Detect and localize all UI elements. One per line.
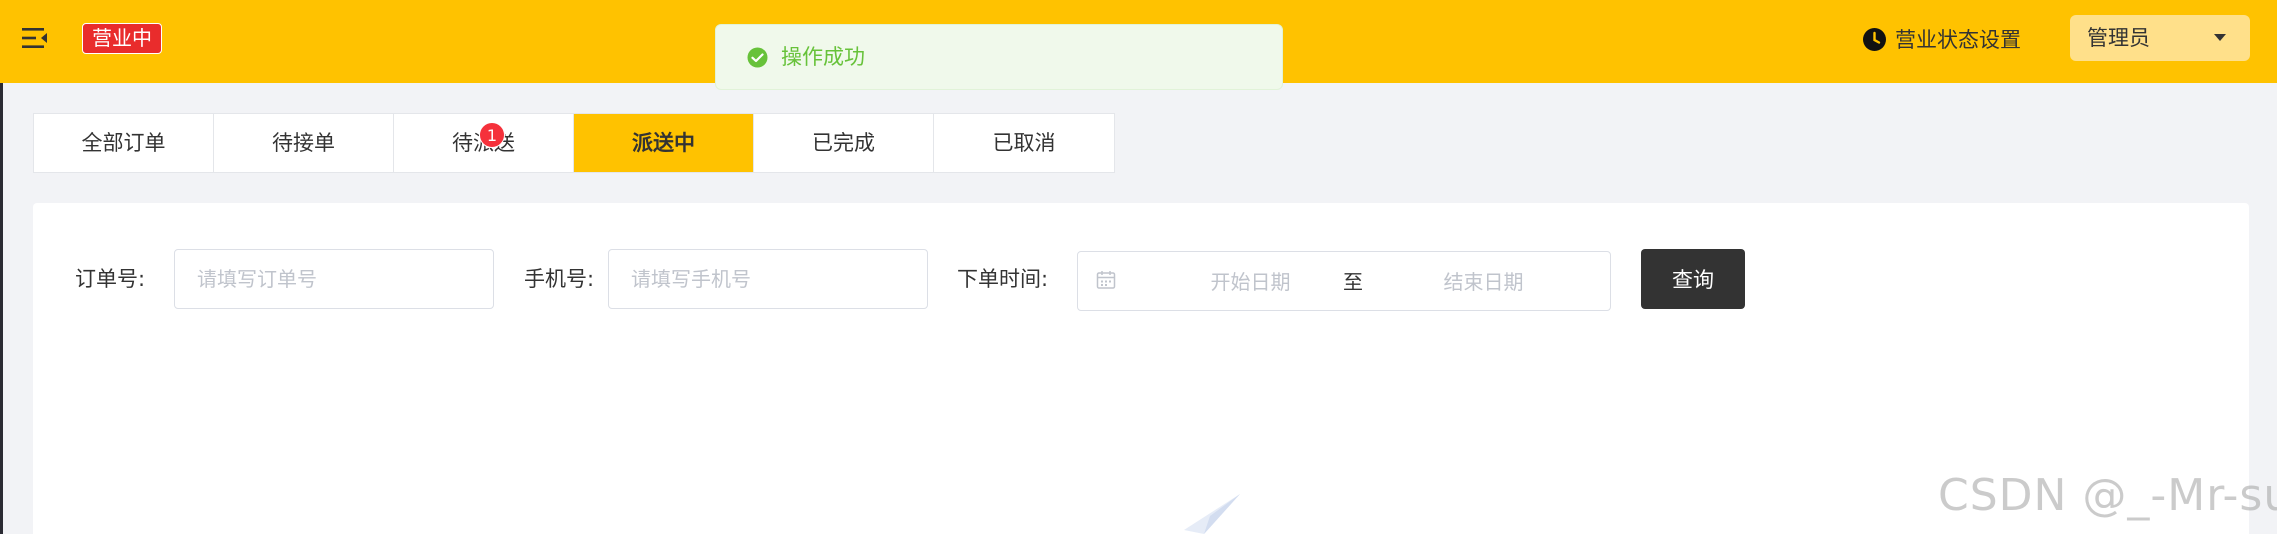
clock-icon [1862,27,1887,52]
business-status-settings-link[interactable]: 营业状态设置 [1862,24,2021,54]
caret-down-icon [2214,34,2226,41]
menu-fold-icon[interactable] [22,26,50,50]
start-date-input[interactable]: 开始日期 [1178,267,1323,297]
tab-cancelled[interactable]: 已取消 [934,114,1114,172]
query-button[interactable]: 查询 [1641,249,1745,309]
watermark-text: CSDN @_-Mr-sun [1938,470,2277,521]
order-date-range-picker[interactable]: 开始日期 至 结束日期 [1077,251,1611,311]
order-status-tabs: 全部订单 待接单 待派送 派送中 已完成 已取消 [33,113,1115,173]
calendar-icon [1096,270,1116,290]
order-number-input[interactable] [174,249,494,309]
order-number-label: 订单号: [75,267,146,291]
business-status-tag: 营业中 [82,23,162,54]
toast-message: 操作成功 [781,45,865,69]
user-menu-dropdown[interactable]: 管理员 [2070,15,2250,61]
tab-pending-accept[interactable]: 待接单 [214,114,394,172]
check-circle-icon [747,47,768,68]
tab-all-orders[interactable]: 全部订单 [34,114,214,172]
success-toast: 操作成功 [715,24,1283,90]
empty-state-illustration [1180,494,1250,534]
sidebar-edge [0,83,3,534]
tab-delivering[interactable]: 派送中 [574,114,754,172]
user-name: 管理员 [2087,26,2150,50]
pending-delivery-count-badge: 1 [479,122,505,148]
settings-label: 营业状态设置 [1895,28,2021,52]
order-time-label: 下单时间: [957,267,1049,291]
date-range-separator: 至 [1343,270,1363,294]
phone-input[interactable] [608,249,928,309]
end-date-input[interactable]: 结束日期 [1411,267,1556,297]
phone-label: 手机号: [524,267,595,291]
tab-completed[interactable]: 已完成 [754,114,934,172]
